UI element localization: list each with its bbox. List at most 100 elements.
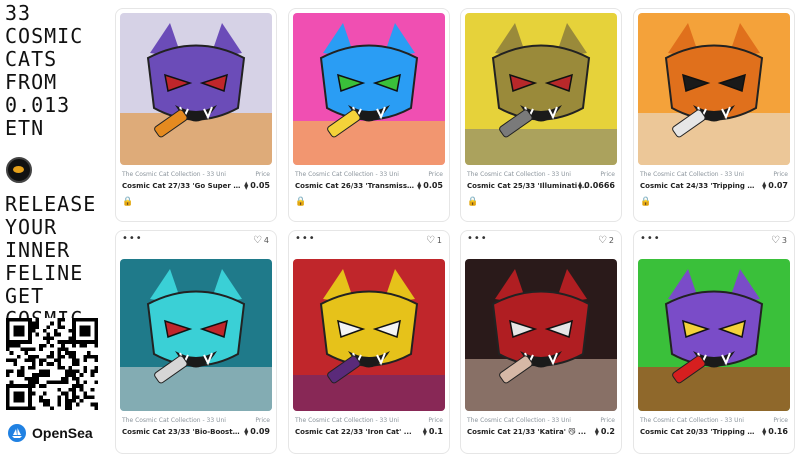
favorite-button[interactable]: ♡ 3 <box>771 235 787 246</box>
nft-card[interactable]: ••• ♡ 4 The Cosmic Cat Collection - 33 Un… <box>115 230 277 454</box>
promo-sidebar: 33 COSMIC CATS FROM 0.013 ETN RELEASE YOUR INNE… <box>0 0 104 450</box>
nft-name[interactable]: Cosmic Cat 25/33 'Illuminati R... <box>467 182 587 190</box>
favorite-button[interactable]: ♡ 2 <box>598 235 614 246</box>
nft-card[interactable]: The Cosmic Cat Collection - 33 Uni Price… <box>288 8 450 222</box>
heart-icon: ♡ <box>597 235 607 246</box>
more-options-button[interactable]: ••• <box>122 233 143 244</box>
headline-line: CATS <box>5 47 58 71</box>
collection-name[interactable]: The Cosmic Cat Collection - 33 Uni <box>122 417 226 424</box>
price-value: 0.16 <box>768 427 788 436</box>
like-count: 1 <box>436 236 442 245</box>
heart-icon: ♡ <box>770 235 780 246</box>
nft-artwork[interactable] <box>293 13 445 165</box>
nft-name[interactable]: Cosmic Cat 26/33 'Transmissi... <box>295 182 415 190</box>
nft-card[interactable]: ••• ♡ 3 The Cosmic Cat Collection - 33 Un… <box>633 230 795 454</box>
collection-name[interactable]: The Cosmic Cat Collection - 33 Uni <box>467 417 571 424</box>
lock-icon: 🔒 <box>640 197 652 207</box>
nft-price: ⧫ 0.09 <box>244 427 270 436</box>
nft-card[interactable]: The Cosmic Cat Collection - 33 Uni Price… <box>633 8 795 222</box>
nft-price: ⧫ 0.07 <box>762 181 788 190</box>
eth-icon: ⧫ <box>578 181 583 190</box>
price-label: Price <box>428 171 443 178</box>
price-value: 0.2 <box>600 427 615 436</box>
lock-icon: 🔒 <box>295 197 307 207</box>
headline-line: 0.013 <box>5 93 71 117</box>
opensea-badge[interactable]: OpenSea <box>8 424 93 442</box>
favorite-button[interactable]: ♡ 4 <box>253 235 269 246</box>
eth-icon: ⧫ <box>417 181 422 190</box>
favorite-button[interactable]: ♡ 1 <box>426 235 442 246</box>
tagline-line: GET <box>5 284 45 308</box>
collection-name[interactable]: The Cosmic Cat Collection - 33 Uni <box>295 417 399 424</box>
collection-name[interactable]: The Cosmic Cat Collection - 33 Uni <box>640 417 744 424</box>
heart-icon: ♡ <box>425 235 435 246</box>
headline-line: FROM <box>5 70 58 94</box>
collection-name[interactable]: The Cosmic Cat Collection - 33 Uni <box>467 171 571 178</box>
price-value: 0.1 <box>428 427 443 436</box>
price-label: Price <box>255 171 270 178</box>
eth-icon: ⧫ <box>594 427 599 436</box>
nft-artwork[interactable] <box>465 13 617 165</box>
nft-card[interactable]: ••• ♡ 1 The Cosmic Cat Collection - 33 Un… <box>288 230 450 454</box>
nft-artwork[interactable] <box>120 13 272 165</box>
collection-name[interactable]: The Cosmic Cat Collection - 33 Uni <box>640 171 744 178</box>
tagline-line: FELINE <box>5 261 84 285</box>
tagline-line: INNER <box>5 238 71 262</box>
opensea-icon <box>8 424 26 442</box>
nft-price: ⧫ 0.2 <box>595 427 615 436</box>
headline-line: ETN <box>5 116 45 140</box>
eth-icon: ⧫ <box>762 427 767 436</box>
eth-icon: ⧫ <box>244 181 249 190</box>
price-label: Price <box>773 417 788 424</box>
nft-price: ⧫ 0.05 <box>244 181 270 190</box>
lock-icon: 🔒 <box>122 197 134 207</box>
nft-artwork[interactable] <box>120 259 272 411</box>
nft-price: ⧫ 0.0666 <box>578 181 615 190</box>
collection-name[interactable]: The Cosmic Cat Collection - 33 Uni <box>122 171 226 178</box>
nft-name[interactable]: Cosmic Cat 22/33 'Iron Cat' ... <box>295 428 412 436</box>
heart-icon: ♡ <box>252 235 262 246</box>
headline-line: COSMIC <box>5 24 84 48</box>
more-options-button[interactable]: ••• <box>295 233 316 244</box>
nft-name[interactable]: Cosmic Cat 20/33 'Tripping D... <box>640 428 760 436</box>
price-label: Price <box>600 171 615 178</box>
nft-artwork[interactable] <box>638 13 790 165</box>
price-label: Price <box>600 417 615 424</box>
nft-artwork[interactable] <box>465 259 617 411</box>
price-label: Price <box>255 417 270 424</box>
price-value: 0.05 <box>423 181 443 190</box>
nft-name[interactable]: Cosmic Cat 23/33 'Bio-Booste... <box>122 428 242 436</box>
price-label: Price <box>428 417 443 424</box>
price-value: 0.05 <box>250 181 270 190</box>
nft-price: ⧫ 0.16 <box>762 427 788 436</box>
promo-headline: 33 COSMIC CATS FROM 0.013 ETN <box>0 2 83 140</box>
nft-card[interactable]: ••• ♡ 2 The Cosmic Cat Collection - 33 Un… <box>460 230 622 454</box>
nft-card[interactable]: The Cosmic Cat Collection - 33 Uni Price… <box>115 8 277 222</box>
opensea-label: OpenSea <box>32 425 93 441</box>
tagline-line: YOUR <box>5 215 58 239</box>
like-count: 2 <box>608 236 614 245</box>
more-options-button[interactable]: ••• <box>640 233 661 244</box>
like-count: 4 <box>263 236 269 245</box>
tagline-line: RELEASE <box>5 192 97 216</box>
nft-name[interactable]: Cosmic Cat 24/33 'Tripping M... <box>640 182 760 190</box>
lock-icon: 🔒 <box>467 197 479 207</box>
nft-artwork[interactable] <box>638 259 790 411</box>
nft-card[interactable]: The Cosmic Cat Collection - 33 Uni Price… <box>460 8 622 222</box>
nft-name[interactable]: Cosmic Cat 27/33 'Go Super S... <box>122 182 242 190</box>
nft-name[interactable]: Cosmic Cat 21/33 'Katira' 😼 ... <box>467 428 586 436</box>
cosmic-cat-logo-icon <box>6 157 32 183</box>
price-label: Price <box>773 171 788 178</box>
collection-name[interactable]: The Cosmic Cat Collection - 33 Uni <box>295 171 399 178</box>
nft-price: ⧫ 0.1 <box>423 427 443 436</box>
like-count: 3 <box>781 236 787 245</box>
nft-artwork[interactable] <box>293 259 445 411</box>
nft-price: ⧫ 0.05 <box>417 181 443 190</box>
eth-icon: ⧫ <box>422 427 427 436</box>
price-value: 0.07 <box>768 181 788 190</box>
more-options-button[interactable]: ••• <box>467 233 488 244</box>
price-value: 0.09 <box>250 427 270 436</box>
eth-icon: ⧫ <box>244 427 249 436</box>
headline-line: 33 <box>5 1 32 25</box>
promo-tagline: RELEASE YOUR INNER FELINE GET COSMIC <box>0 193 96 331</box>
